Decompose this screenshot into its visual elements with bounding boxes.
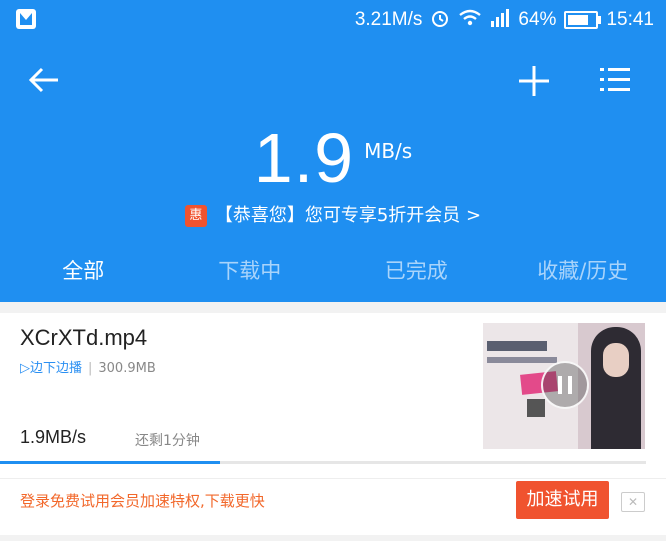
app-notification-icon [16,9,36,29]
menu-button[interactable] [598,64,632,100]
plus-icon [519,66,549,96]
file-meta: ▷边下边播 | 300.9MB [20,361,156,376]
divider [0,478,666,479]
file-name: XCrXTd.mp4 [20,325,148,350]
arrow-left-icon [28,67,58,93]
speed-unit: MB/s [364,139,413,163]
download-speed: 1.9MB/s [20,427,87,447]
tab-favorites-history[interactable]: 收藏/历史 [500,255,666,299]
network-speed: 3.21M/s [354,9,423,30]
speed-trial-button[interactable]: 加速试用 [516,481,609,519]
close-offer-icon[interactable]: ✕ [621,492,645,512]
time-remaining: 还剩1分钟 [135,433,200,449]
tab-completed[interactable]: 已完成 [333,255,500,299]
status-indicators: 3.21M/s 64% 15:41 [355,7,654,33]
promo-text: 【恭喜您】您可专享5折开会员 > [214,205,482,226]
trial-offer-text: 登录免费试用会员加速特权,下载更快 [20,492,265,510]
back-button[interactable] [26,64,62,100]
total-speed: 1.9 MB/s [0,118,666,198]
pause-icon[interactable] [541,361,589,409]
battery-percent: 64% [518,9,557,30]
battery-icon [564,11,602,29]
header-area: 3.21M/s 64% 15:41 1.9 MB/s 惠【恭喜您】您可专享5折开会… [0,0,666,302]
play-while-downloading-link[interactable]: ▷边下边播 [20,361,82,376]
speed-value: 1.9 [253,119,355,197]
download-tabs: 全部 下载中 已完成 收藏/历史 [0,255,666,299]
file-size: 300.9MB [98,361,156,376]
status-bar: 3.21M/s 64% 15:41 [0,0,666,40]
video-thumbnail[interactable] [483,323,645,449]
download-progress-bar [0,461,646,464]
tab-downloading[interactable]: 下载中 [167,255,334,299]
vip-promo-link[interactable]: 惠【恭喜您】您可专享5折开会员 > [0,201,666,227]
tab-all[interactable]: 全部 [0,255,167,299]
download-item[interactable]: XCrXTd.mp4 ▷边下边播 | 300.9MB 1.9MB/s 还剩1分钟 登… [0,313,666,535]
clock: 15:41 [606,9,654,30]
alarm-icon [430,8,450,33]
wifi-icon [458,8,482,33]
add-download-button[interactable] [516,64,552,102]
signal-icon [490,8,510,32]
discount-badge: 惠 [184,205,207,227]
list-menu-icon [600,68,630,91]
